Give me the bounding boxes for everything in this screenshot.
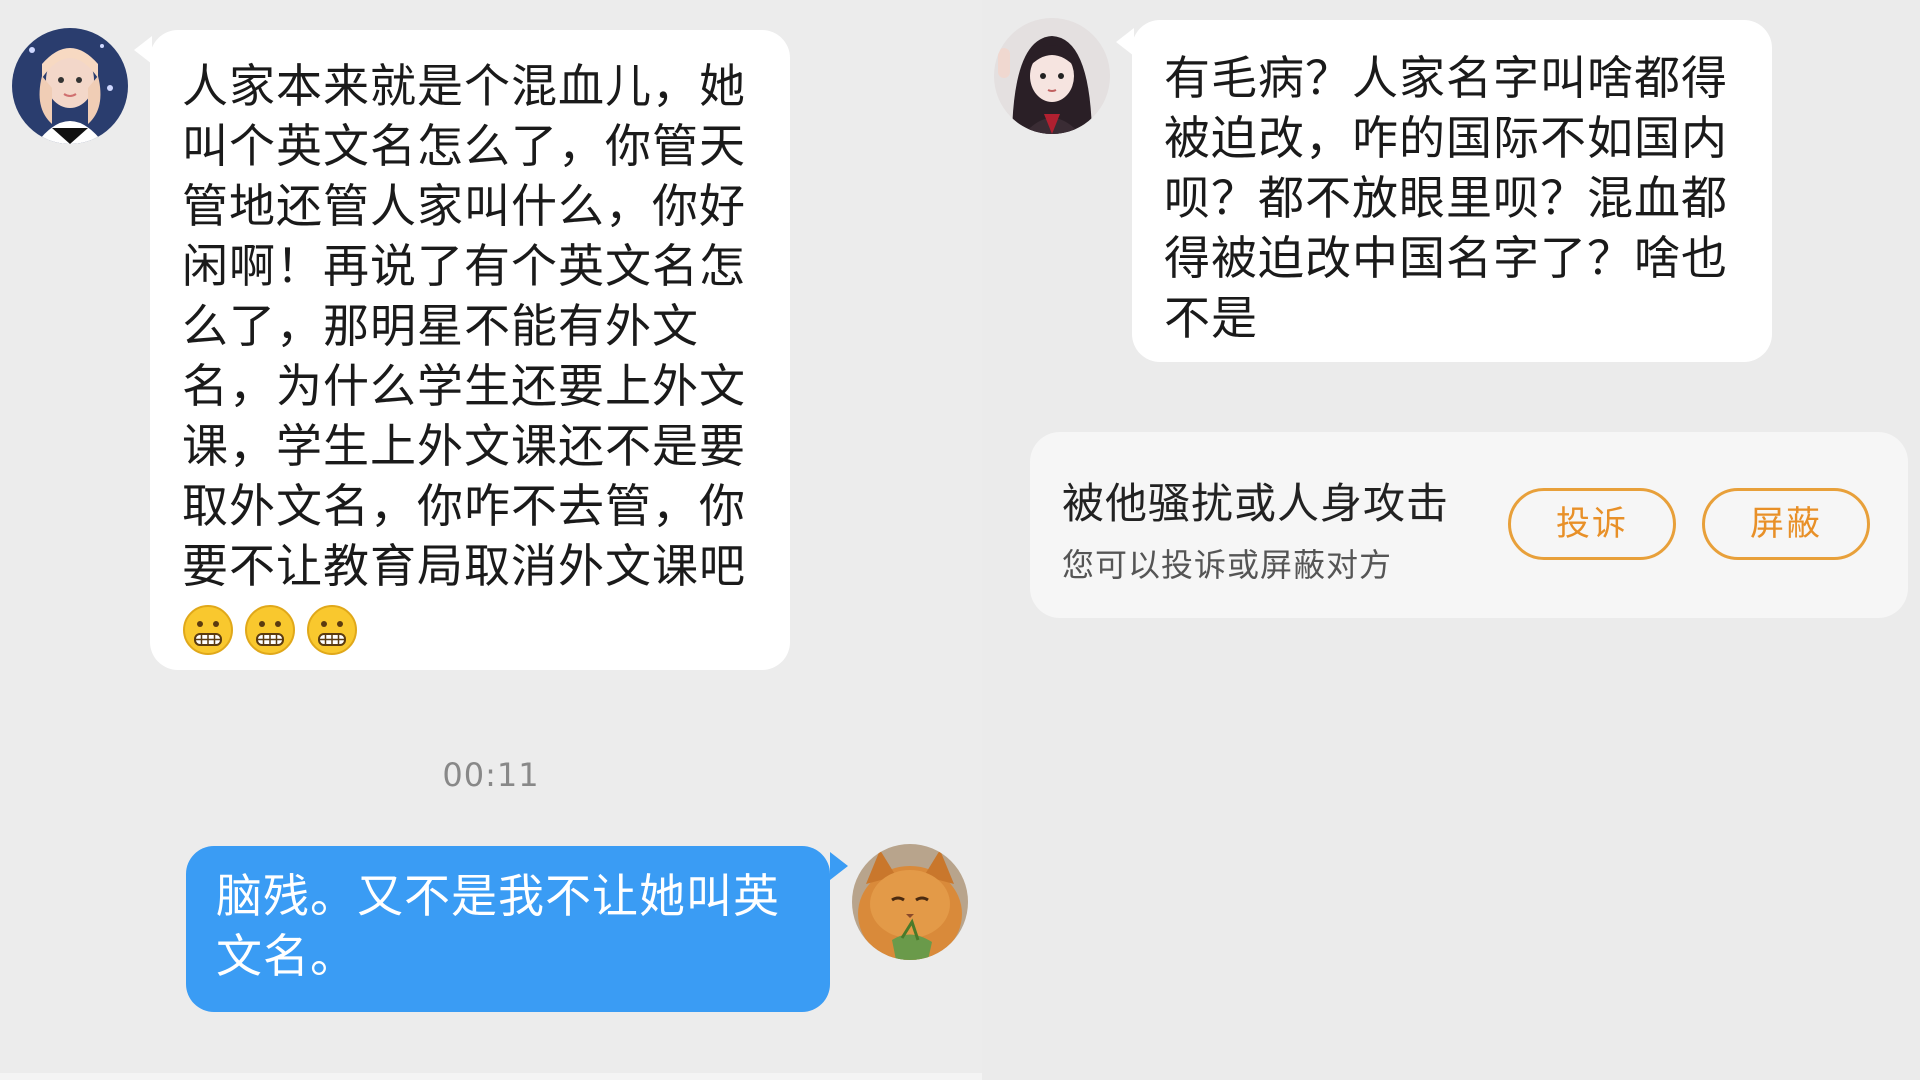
grimacing-face-icon [307,605,357,655]
avatar-cat-icon [852,844,968,960]
screenshot-collage: 人家本来就是个混血儿，她 叫个英文名怎么了，你管天 管地还管人家叫什么，你好 闲… [0,0,1920,1080]
outgoing-message-text: 脑残。又不是我不让她叫英 文名。 [216,869,780,983]
block-button[interactable]: 屏蔽 [1702,488,1870,560]
incoming-message-bubble[interactable]: 人家本来就是个混血儿，她 叫个英文名怎么了，你管天 管地还管人家叫什么，你好 闲… [150,30,790,670]
notice-title: 被他骚扰或人身攻击 [1062,479,1450,528]
grimacing-face-icon [183,605,233,655]
avatar-contact-left[interactable] [12,28,128,144]
avatar-self[interactable] [852,844,968,960]
incoming-message-bubble[interactable]: 有毛病？人家名字叫啥都得 被迫改，咋的国际不如国内 呗？都不放眼里呗？混血都 得… [1132,20,1772,362]
bottom-divider [0,1073,982,1080]
avatar-contact-right[interactable] [994,18,1110,134]
incoming-message-text: 有毛病？人家名字叫啥都得 被迫改，咋的国际不如国内 呗？都不放眼里呗？混血都 得… [1164,51,1728,345]
complain-button[interactable]: 投诉 [1508,488,1676,560]
chat-panel-left[interactable]: 人家本来就是个混血儿，她 叫个英文名怎么了，你管天 管地还管人家叫什么，你好 闲… [0,0,982,1080]
incoming-message-text: 人家本来就是个混血儿，她 叫个英文名怎么了，你管天 管地还管人家叫什么，你好 闲… [182,59,746,593]
avatar-girl-dark-hair-icon [994,18,1110,134]
bubble-tail [830,852,848,880]
emoji-row [182,604,758,656]
grimacing-face-icon [245,605,295,655]
message-timestamp: 00:11 [442,756,540,794]
avatar-girl-icon [12,28,128,144]
harassment-notice-card: 被他骚扰或人身攻击 您可以投诉或屏蔽对方 投诉 屏蔽 [1030,432,1908,618]
notice-subtitle: 您可以投诉或屏蔽对方 [1062,546,1393,584]
outgoing-message-bubble[interactable]: 脑残。又不是我不让她叫英 文名。 [186,846,830,1012]
